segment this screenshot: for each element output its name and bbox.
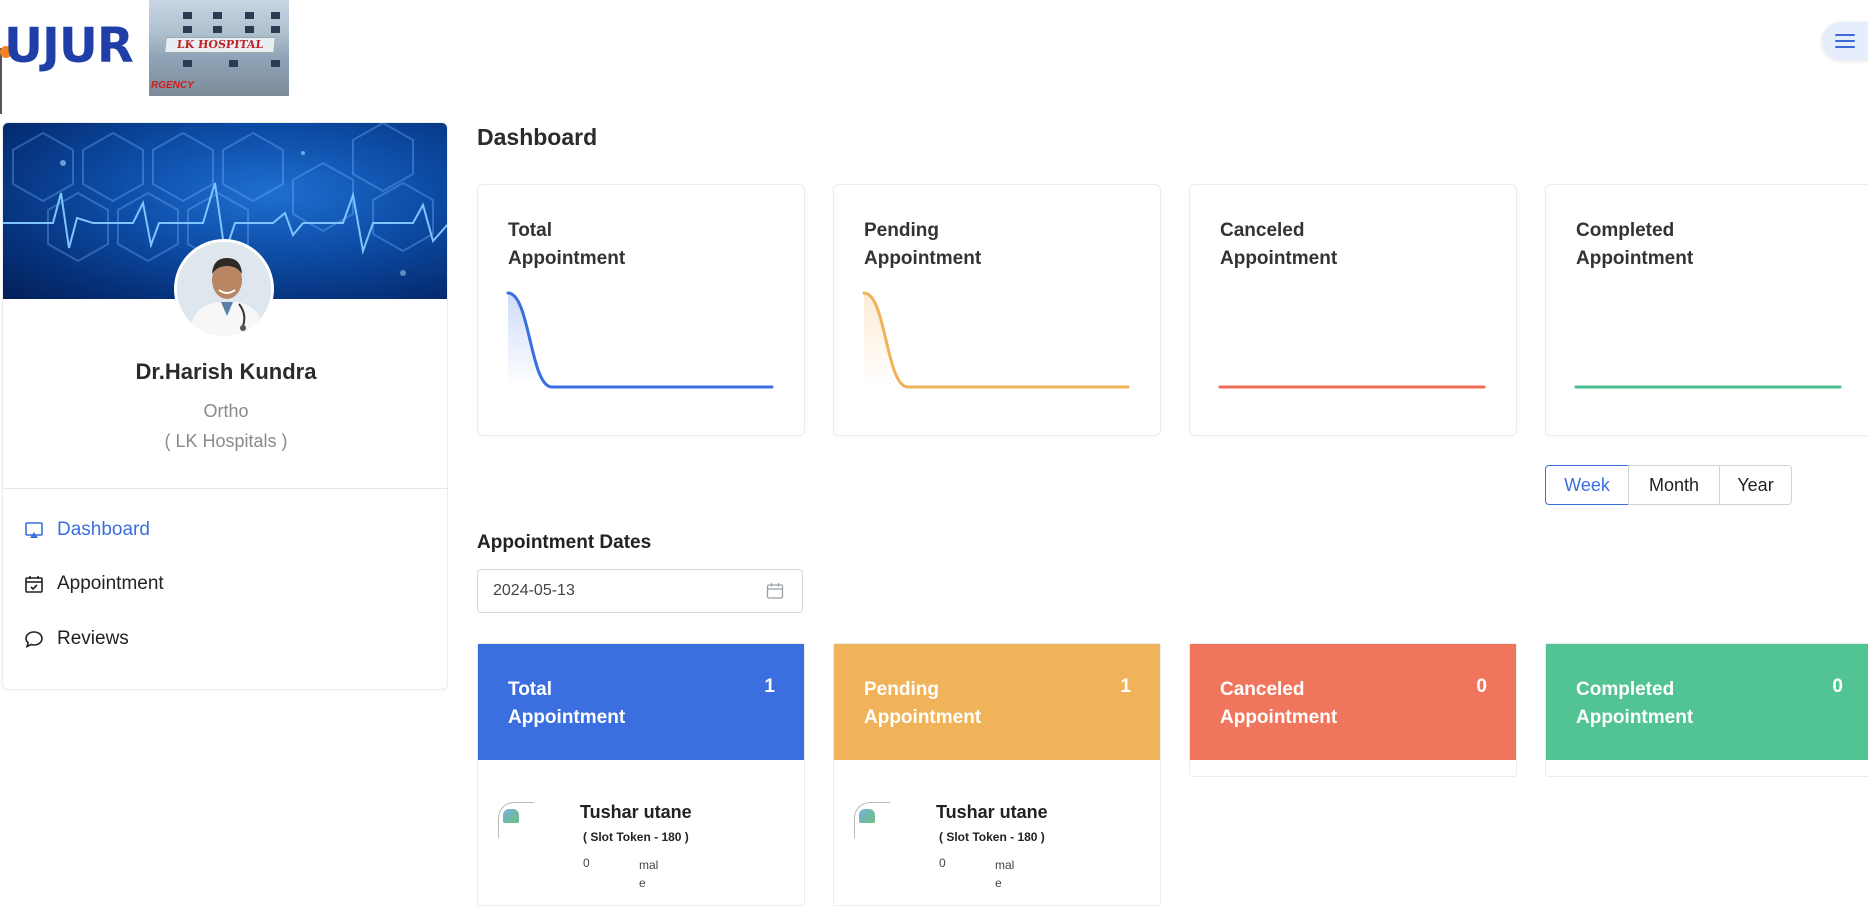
chat-bubble-icon bbox=[23, 628, 45, 650]
patient-age: 0 bbox=[939, 856, 946, 870]
hamburger-menu-icon bbox=[1835, 34, 1855, 48]
stat-card-label: Completed Appointment bbox=[1576, 220, 1694, 269]
sidebar-item-appointment[interactable]: Appointment bbox=[23, 569, 164, 599]
chart-area-fill bbox=[864, 293, 1128, 387]
count-card-header: Pending Appointment 1 bbox=[834, 644, 1160, 760]
sidebar-item-reviews[interactable]: Reviews bbox=[23, 624, 129, 654]
hamburger-menu-button[interactable] bbox=[1822, 22, 1868, 60]
count-value: 0 bbox=[1476, 676, 1487, 697]
patient-name[interactable]: Tushar utane bbox=[936, 802, 1048, 823]
sidebar-item-label: Appointment bbox=[57, 573, 164, 594]
chart-series-line bbox=[862, 291, 1130, 389]
appointment-column-total: Total Appointment 1 Tushar utane ( Slot T… bbox=[477, 643, 805, 906]
hospital-image: LK HOSPITAL RGENCY bbox=[149, 0, 289, 96]
patient-image bbox=[854, 802, 890, 838]
calendar-icon[interactable] bbox=[766, 582, 784, 600]
period-toggle: Week Month Year bbox=[1545, 465, 1792, 505]
total-appointment-chart bbox=[506, 291, 774, 389]
doctor-hospital: ( LK Hospitals ) bbox=[164, 431, 288, 451]
page-title: Dashboard bbox=[477, 124, 598, 150]
period-week-button[interactable]: Week bbox=[1545, 465, 1629, 505]
stat-card-canceled: Canceled Appointment bbox=[1189, 184, 1517, 436]
appointment-column-pending: Pending Appointment 1 Tushar utane ( Slot… bbox=[833, 643, 1161, 906]
count-card-header: Completed Appointment 0 bbox=[1546, 644, 1868, 760]
appointment-column-completed: Completed Appointment 0 bbox=[1545, 643, 1868, 777]
patient-image bbox=[498, 802, 534, 838]
sidebar-item-dashboard[interactable]: Dashboard bbox=[23, 515, 150, 545]
doctor-avatar bbox=[174, 239, 274, 339]
count-card-label: Pending Appointment bbox=[864, 679, 982, 728]
count-card-header: Total Appointment 1 bbox=[478, 644, 804, 760]
sidebar-divider bbox=[3, 488, 447, 489]
appointment-date-input[interactable] bbox=[477, 569, 803, 613]
count-card-label: Canceled Appointment bbox=[1220, 679, 1338, 728]
period-month-button[interactable]: Month bbox=[1628, 465, 1720, 505]
stat-card-label: Total Appointment bbox=[508, 220, 626, 269]
patient-name[interactable]: Tushar utane bbox=[580, 802, 692, 823]
slot-token: ( Slot Token - 180 ) bbox=[583, 830, 689, 844]
chart-area-fill bbox=[508, 293, 772, 387]
stat-card-pending: Pending Appointment bbox=[833, 184, 1161, 436]
emergency-sign: RGENCY bbox=[151, 80, 194, 91]
stat-card-total: Total Appointment bbox=[477, 184, 805, 436]
stat-card-label: Canceled Appointment bbox=[1220, 220, 1338, 269]
count-value: 0 bbox=[1832, 676, 1843, 697]
chart-series-line bbox=[506, 291, 774, 389]
brand-text: UJUR bbox=[4, 18, 134, 74]
airplay-icon bbox=[23, 519, 45, 541]
count-value: 1 bbox=[764, 676, 775, 697]
canceled-appointment-chart bbox=[1218, 385, 1486, 389]
brand-logo[interactable]: UJUR bbox=[0, 18, 135, 114]
period-year-button[interactable]: Year bbox=[1719, 465, 1792, 505]
count-card-header: Canceled Appointment 0 bbox=[1190, 644, 1516, 760]
count-value: 1 bbox=[1120, 676, 1131, 697]
count-card-label: Completed Appointment bbox=[1576, 679, 1694, 728]
patient-age: 0 bbox=[583, 856, 590, 870]
doctor-name: Dr.Harish Kundra bbox=[135, 359, 317, 384]
sidebar-item-label: Reviews bbox=[57, 628, 129, 649]
doctor-sidebar: Dr.Harish Kundra Ortho ( LK Hospitals ) … bbox=[2, 122, 448, 690]
completed-appointment-chart bbox=[1574, 385, 1842, 389]
count-card-label: Total Appointment bbox=[508, 679, 626, 728]
appointment-dates-title: Appointment Dates bbox=[477, 532, 652, 553]
sidebar-item-label: Dashboard bbox=[57, 519, 150, 540]
patient-gender: male bbox=[995, 858, 1015, 890]
stat-card-label: Pending Appointment bbox=[864, 220, 982, 269]
slot-token: ( Slot Token - 180 ) bbox=[939, 830, 1045, 844]
patient-gender: male bbox=[639, 858, 659, 890]
pending-appointment-chart bbox=[862, 291, 1130, 389]
hospital-sign: LK HOSPITAL bbox=[164, 37, 276, 53]
calendar-check-icon bbox=[23, 573, 45, 595]
logo-divider bbox=[0, 48, 2, 114]
top-header: UJUR LK HOSPITAL RGENCY bbox=[0, 0, 1868, 114]
doctor-specialty: Ortho bbox=[203, 401, 249, 421]
stat-card-completed: Completed Appointment bbox=[1545, 184, 1868, 436]
appointment-column-canceled: Canceled Appointment 0 bbox=[1189, 643, 1517, 777]
